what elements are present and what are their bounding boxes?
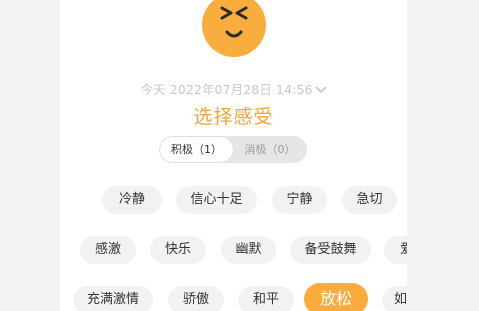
mood-card: 今天 2022年07月28日 14:56 选择感受 积极（1） 消极（0） 冷静…	[60, 0, 407, 311]
feeling-tag[interactable]: 备受鼓舞	[290, 236, 371, 264]
feeling-tag[interactable]: 宁静	[272, 186, 327, 214]
feeling-tag[interactable]: 充满激情	[73, 286, 153, 311]
feeling-tag[interactable]: 幽默	[221, 236, 276, 264]
page-title: 选择感受	[193, 106, 274, 128]
feeling-tag[interactable]: 感激	[80, 236, 136, 264]
sentiment-toggle: 积极（1） 消极（0）	[159, 136, 307, 163]
tab-negative[interactable]: 消极（0）	[233, 136, 307, 163]
feeling-tag-selected[interactable]: 放松	[304, 283, 368, 311]
feeling-tag[interactable]: 和平	[238, 286, 294, 311]
feeling-tag[interactable]: 爱	[384, 236, 407, 264]
tab-positive[interactable]: 积极（1）	[160, 137, 233, 162]
date-selector[interactable]: 今天 2022年07月28日 14:56	[60, 79, 407, 98]
date-label: 今天 2022年07月28日 14:56	[140, 82, 313, 97]
chevron-down-icon	[315, 83, 327, 98]
feeling-tag[interactable]: 冷静	[102, 186, 162, 214]
feeling-tag[interactable]: 信心十足	[176, 186, 257, 214]
feeling-tag[interactable]: 如	[382, 286, 407, 311]
feeling-tag[interactable]: 快乐	[150, 236, 206, 264]
smiling-face-icon	[202, 0, 266, 57]
feeling-tag[interactable]: 急切	[342, 186, 397, 214]
feeling-tag[interactable]: 骄傲	[168, 286, 224, 311]
